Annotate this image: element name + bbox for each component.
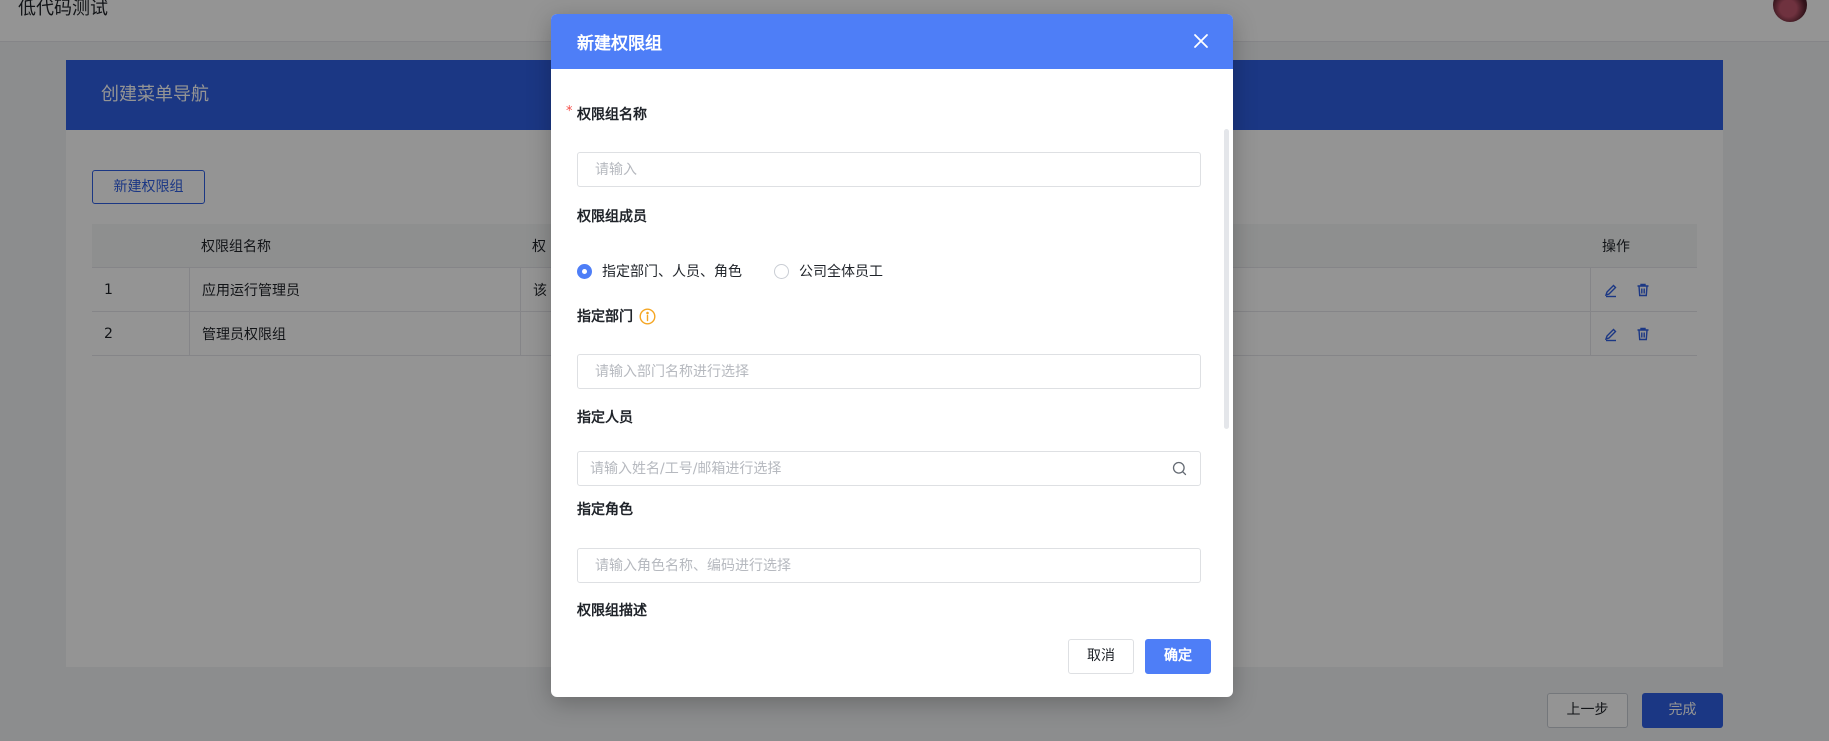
new-permission-group-dialog: 新建权限组 * 权限组名称 权限组成员 指定部门、人员、角色 公司全体员工 <box>551 14 1233 697</box>
radio-all-employees-dot[interactable] <box>774 263 789 279</box>
role-label-text: 指定角色 <box>577 502 633 518</box>
group-name-input[interactable] <box>577 152 1201 187</box>
required-mark: * <box>566 104 573 119</box>
dialog-body: * 权限组名称 权限组成员 指定部门、人员、角色 公司全体员工 指定部门 <box>551 69 1233 629</box>
people-label: 指定人员 <box>577 407 633 427</box>
group-members-label-text: 权限组成员 <box>577 209 647 225</box>
dialog-header: 新建权限组 <box>551 14 1233 69</box>
radio-all-employees-label: 公司全体员工 <box>799 264 883 280</box>
radio-specify[interactable]: 指定部门、人员、角色 <box>577 261 742 281</box>
department-input[interactable] <box>577 354 1201 389</box>
group-members-label: 权限组成员 <box>577 206 647 226</box>
people-label-text: 指定人员 <box>577 410 633 426</box>
group-name-label: * 权限组名称 <box>566 104 647 124</box>
radio-specify-label: 指定部门、人员、角色 <box>602 264 742 280</box>
role-input[interactable] <box>577 548 1201 583</box>
cancel-button[interactable]: 取消 <box>1068 639 1134 674</box>
search-icon[interactable] <box>1172 461 1187 476</box>
description-label-text: 权限组描述 <box>577 603 647 619</box>
radio-all-employees[interactable]: 公司全体员工 <box>774 261 883 281</box>
dialog-scrollbar[interactable] <box>1224 129 1229 429</box>
people-search-field <box>577 451 1201 486</box>
info-icon[interactable] <box>639 307 656 325</box>
members-radio-group: 指定部门、人员、角色 公司全体员工 <box>577 261 915 281</box>
department-label: 指定部门 <box>577 306 656 326</box>
description-label: 权限组描述 <box>577 600 647 620</box>
dialog-title: 新建权限组 <box>577 34 662 54</box>
group-name-label-text: 权限组名称 <box>577 107 647 123</box>
radio-specify-dot[interactable] <box>577 263 592 279</box>
confirm-button[interactable]: 确定 <box>1145 639 1211 674</box>
people-input[interactable] <box>577 451 1201 486</box>
department-label-text: 指定部门 <box>577 309 633 325</box>
role-label: 指定角色 <box>577 499 633 519</box>
close-icon[interactable] <box>1191 31 1211 51</box>
